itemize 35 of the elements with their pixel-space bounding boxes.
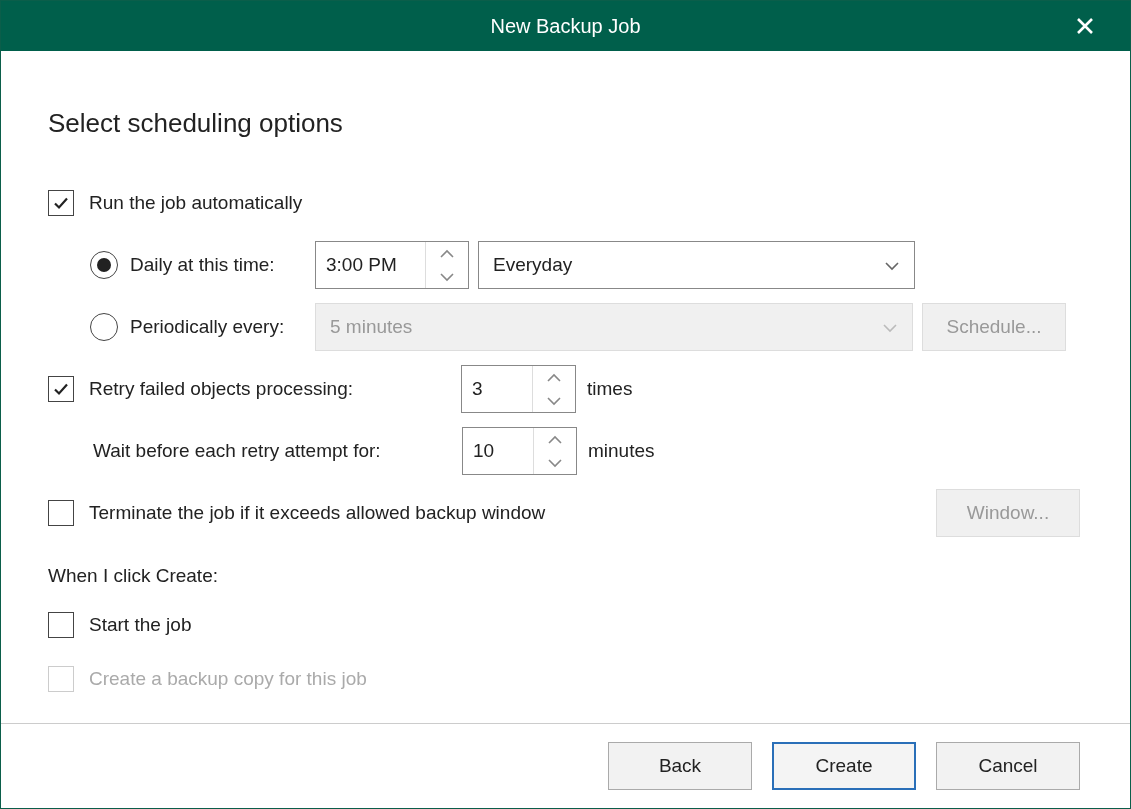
radio-button[interactable]	[90, 313, 118, 341]
unit-label: times	[587, 378, 633, 400]
unit-label: minutes	[588, 440, 655, 462]
dropdown[interactable]: Everyday	[478, 241, 915, 289]
dialog-button[interactable]: Cancel	[936, 742, 1080, 790]
radio-label: Daily at this time:	[130, 254, 276, 276]
checkbox-label: Run the job automatically	[89, 192, 303, 214]
number-field[interactable]: 10	[462, 427, 577, 475]
checkbox[interactable]	[48, 190, 74, 216]
checkbox[interactable]	[48, 500, 74, 526]
chevron-down-icon	[884, 261, 900, 271]
chevron-down-icon	[882, 323, 898, 333]
window-title: New Backup Job	[490, 14, 641, 38]
chevron-down-icon[interactable]	[547, 457, 563, 468]
section-label: When I click Create:	[48, 565, 218, 587]
chevron-down-icon[interactable]	[439, 271, 455, 282]
checkbox-label: Create a backup copy for this job	[89, 668, 367, 690]
time-field[interactable]: 3:00 PM	[315, 241, 469, 289]
page-heading: Select scheduling options	[48, 107, 344, 140]
radio-button[interactable]	[90, 251, 118, 279]
checkbox-label: Terminate the job if it exceeds allowed backup window	[89, 502, 546, 524]
checkbox-label: Start the job	[89, 614, 192, 636]
close-icon[interactable]	[1076, 17, 1094, 35]
checkbox-label: Retry failed objects processing:	[89, 378, 354, 400]
chevron-up-icon[interactable]	[547, 434, 563, 445]
field-label: Wait before each retry attempt for:	[93, 440, 382, 462]
chevron-up-icon[interactable]	[439, 248, 455, 259]
chevron-down-icon[interactable]	[546, 395, 562, 406]
radio-label: Periodically every:	[130, 316, 286, 338]
number-field[interactable]: 3	[461, 365, 576, 413]
checkbox[interactable]	[48, 376, 74, 402]
chevron-up-icon[interactable]	[546, 372, 562, 383]
dialog-button[interactable]: Create	[772, 742, 916, 790]
checkbox[interactable]	[48, 612, 74, 638]
dialog-button[interactable]: Back	[608, 742, 752, 790]
